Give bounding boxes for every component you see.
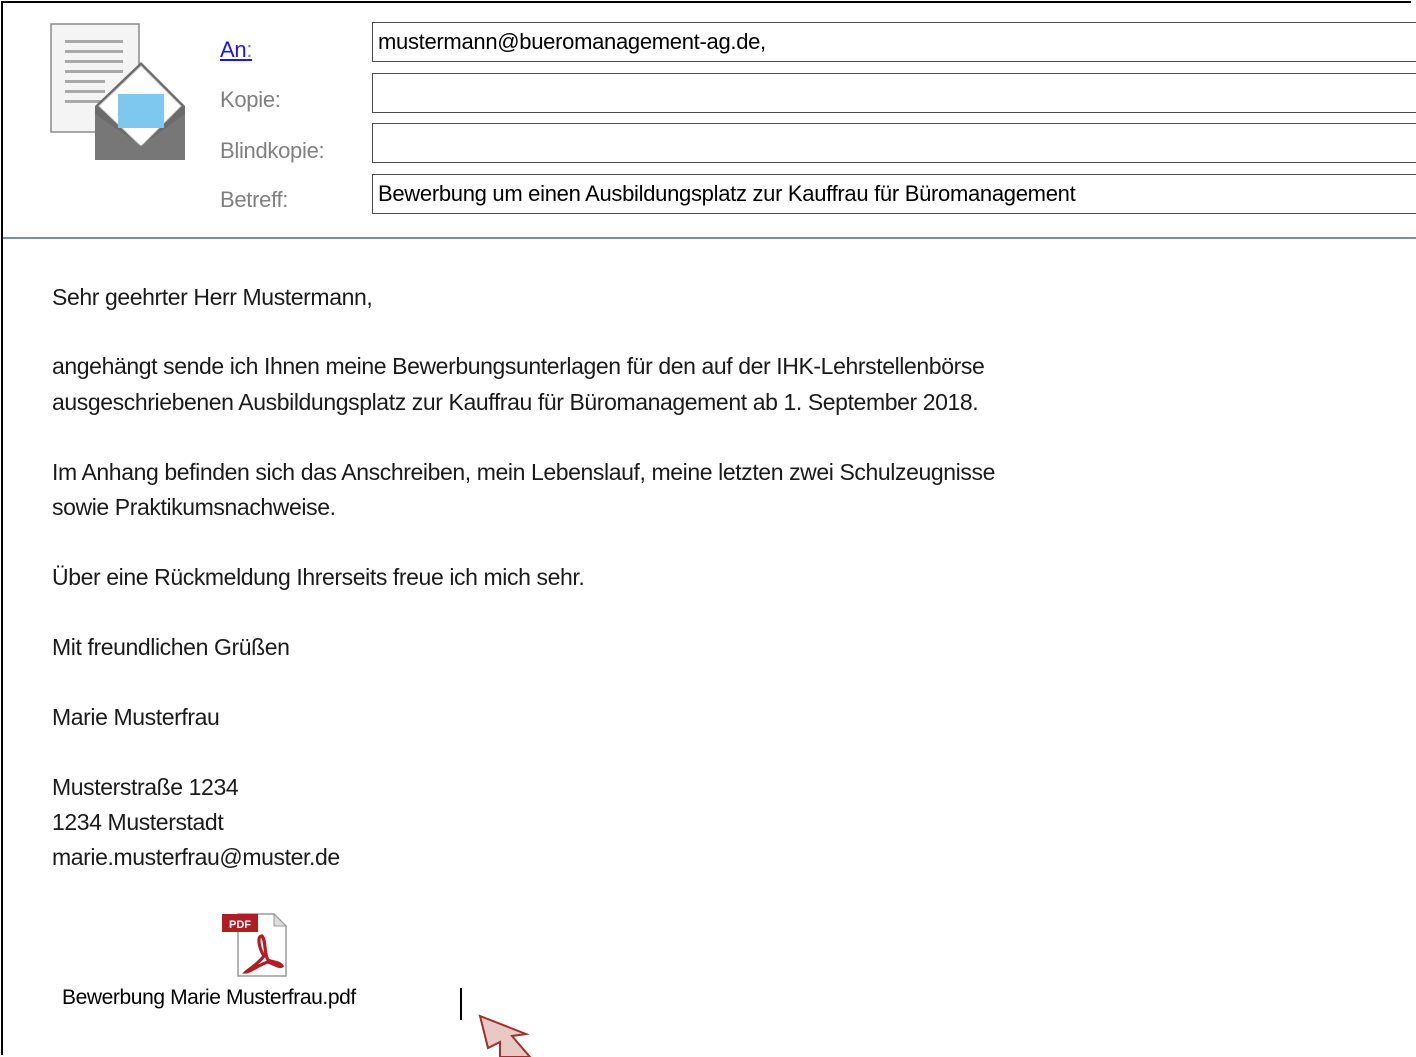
closing-line: Mit freundlichen Grüßen: [52, 634, 290, 660]
pointer-arrow-icon: [478, 1014, 532, 1057]
header-separator: [3, 237, 1416, 239]
pdf-badge-text: PDF: [229, 919, 251, 931]
paragraph-line: sowie Praktikumsnachweise.: [52, 494, 336, 520]
cc-field[interactable]: [372, 73, 1416, 113]
pdf-file-icon[interactable]: PDF: [216, 910, 290, 978]
paragraph-line: Über eine Rückmeldung Ihrerseits freue i…: [52, 564, 585, 590]
paragraph-line: ausgeschriebenen Ausbildungsplatz zur Ka…: [52, 389, 979, 415]
envelope-document-icon: [50, 23, 185, 160]
attachment-filename[interactable]: Bewerbung Marie Musterfrau.pdf: [62, 986, 356, 1010]
subject-label: Betreff:: [220, 187, 289, 212]
paragraph-line: Im Anhang befinden sich das Anschreiben,…: [52, 459, 995, 485]
signature-name: Marie Musterfrau: [52, 704, 220, 730]
signature-city: 1234 Musterstadt: [52, 809, 224, 835]
paragraph-line: angehängt sende ich Ihnen meine Bewerbun…: [52, 353, 985, 379]
to-label-colon: :: [246, 37, 253, 62]
text-cursor: [460, 988, 462, 1020]
cc-label: Kopie:: [220, 87, 281, 112]
to-label-link[interactable]: An:: [220, 37, 252, 63]
to-field[interactable]: mustermann@bueromanagement-ag.de,: [372, 22, 1416, 62]
bcc-field[interactable]: [372, 123, 1416, 163]
signature-email: marie.musterfrau@muster.de: [52, 844, 340, 870]
bcc-label: Blindkopie:: [220, 138, 325, 163]
mail-header: An: Kopie: Blindkopie: Betreff: musterma…: [0, 0, 1416, 238]
subject-field[interactable]: Bewerbung um einen Ausbildungsplatz zur …: [372, 174, 1416, 214]
signature-street: Musterstraße 1234: [52, 774, 239, 800]
greeting-line: Sehr geehrter Herr Mustermann,: [52, 284, 373, 310]
to-label[interactable]: An: [220, 37, 247, 62]
